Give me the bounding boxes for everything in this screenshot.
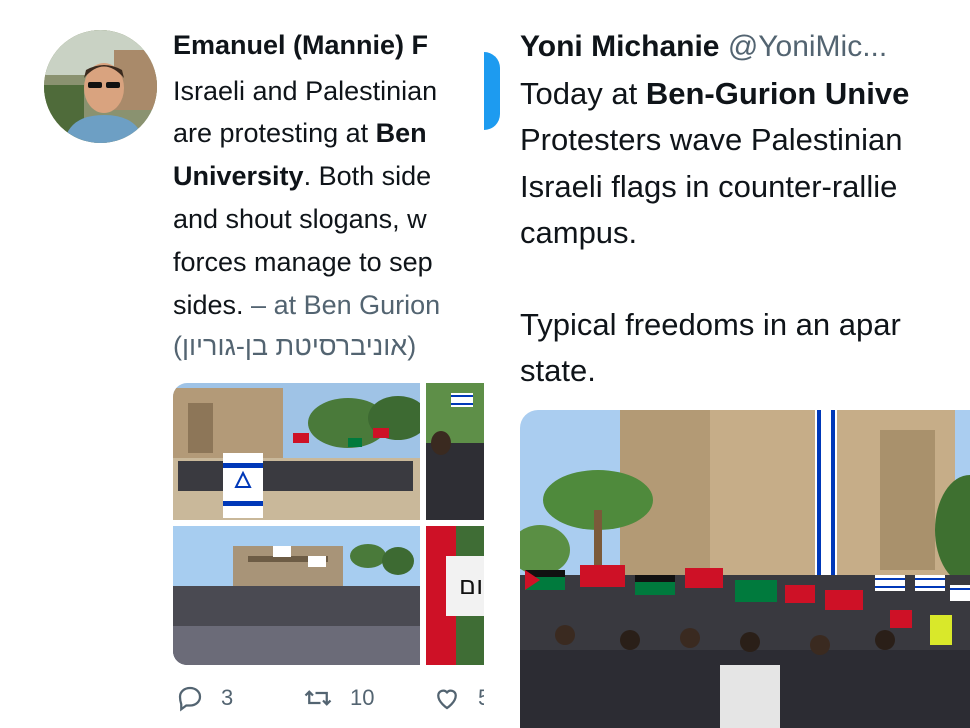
- author-name[interactable]: Emanuel (Mannie) F: [173, 30, 428, 61]
- tweet-photo[interactable]: [520, 410, 970, 728]
- tweet-text-line: Israeli and Palestinian: [173, 76, 438, 106]
- like-button[interactable]: 5: [432, 683, 484, 713]
- reply-button[interactable]: 3: [175, 683, 233, 713]
- tweet-text-line: and shout slogans, w: [173, 204, 427, 234]
- location-link-hebrew[interactable]: (אוניברסיטת בן-גוריון): [173, 331, 416, 361]
- tweet-text-line: state.: [520, 353, 596, 388]
- tweet-text-line: (אוניברסיטת בן-גוריון): [173, 325, 416, 368]
- blue-tab-fragment: [484, 52, 500, 130]
- location-link[interactable]: – at Ben Gurion: [251, 290, 440, 320]
- tweet-text-line: Israeli flags in counter-rallie: [520, 169, 898, 204]
- tweet-text-line: University. Both side: [173, 161, 432, 191]
- photo-1[interactable]: [173, 383, 420, 520]
- retweet-icon: [304, 690, 332, 706]
- tweet-text-line: sides. – at Ben Gurion: [173, 290, 441, 320]
- tweet-text-line: Protesters wave Palestinian: [520, 122, 903, 157]
- svg-text:ום: ום: [459, 571, 483, 601]
- photo-4[interactable]: ום: [426, 526, 484, 665]
- retweet-count: 10: [350, 685, 375, 710]
- heart-icon: [437, 689, 457, 710]
- tweet-text-line: are protesting at Ben: [173, 118, 427, 148]
- photo-3[interactable]: [173, 526, 420, 665]
- author-handle[interactable]: @YoniMic...: [728, 30, 887, 63]
- tweet-text-line: Today at Ben-Gurion Unive: [520, 76, 910, 111]
- right-tweet-panel: Yoni Michanie @YoniMic... Today at Ben-G…: [484, 0, 970, 728]
- author-header[interactable]: Yoni Michanie @YoniMic...: [520, 30, 887, 64]
- reply-icon: [178, 686, 202, 712]
- author-avatar[interactable]: [44, 30, 157, 143]
- reply-count: 3: [221, 685, 234, 710]
- tweet-text-line: forces manage to sep: [173, 247, 433, 277]
- retweet-button[interactable]: 10: [302, 683, 374, 713]
- tweet-text-line: Typical freedoms in an apar: [520, 307, 901, 342]
- photo-grid: ום: [173, 383, 484, 665]
- tweet-text-line: campus.: [520, 215, 638, 250]
- photo-2[interactable]: [426, 383, 484, 520]
- left-tweet-panel: Emanuel (Mannie) F Israeli and Palestini…: [0, 0, 484, 728]
- author-name[interactable]: Yoni Michanie: [520, 30, 719, 63]
